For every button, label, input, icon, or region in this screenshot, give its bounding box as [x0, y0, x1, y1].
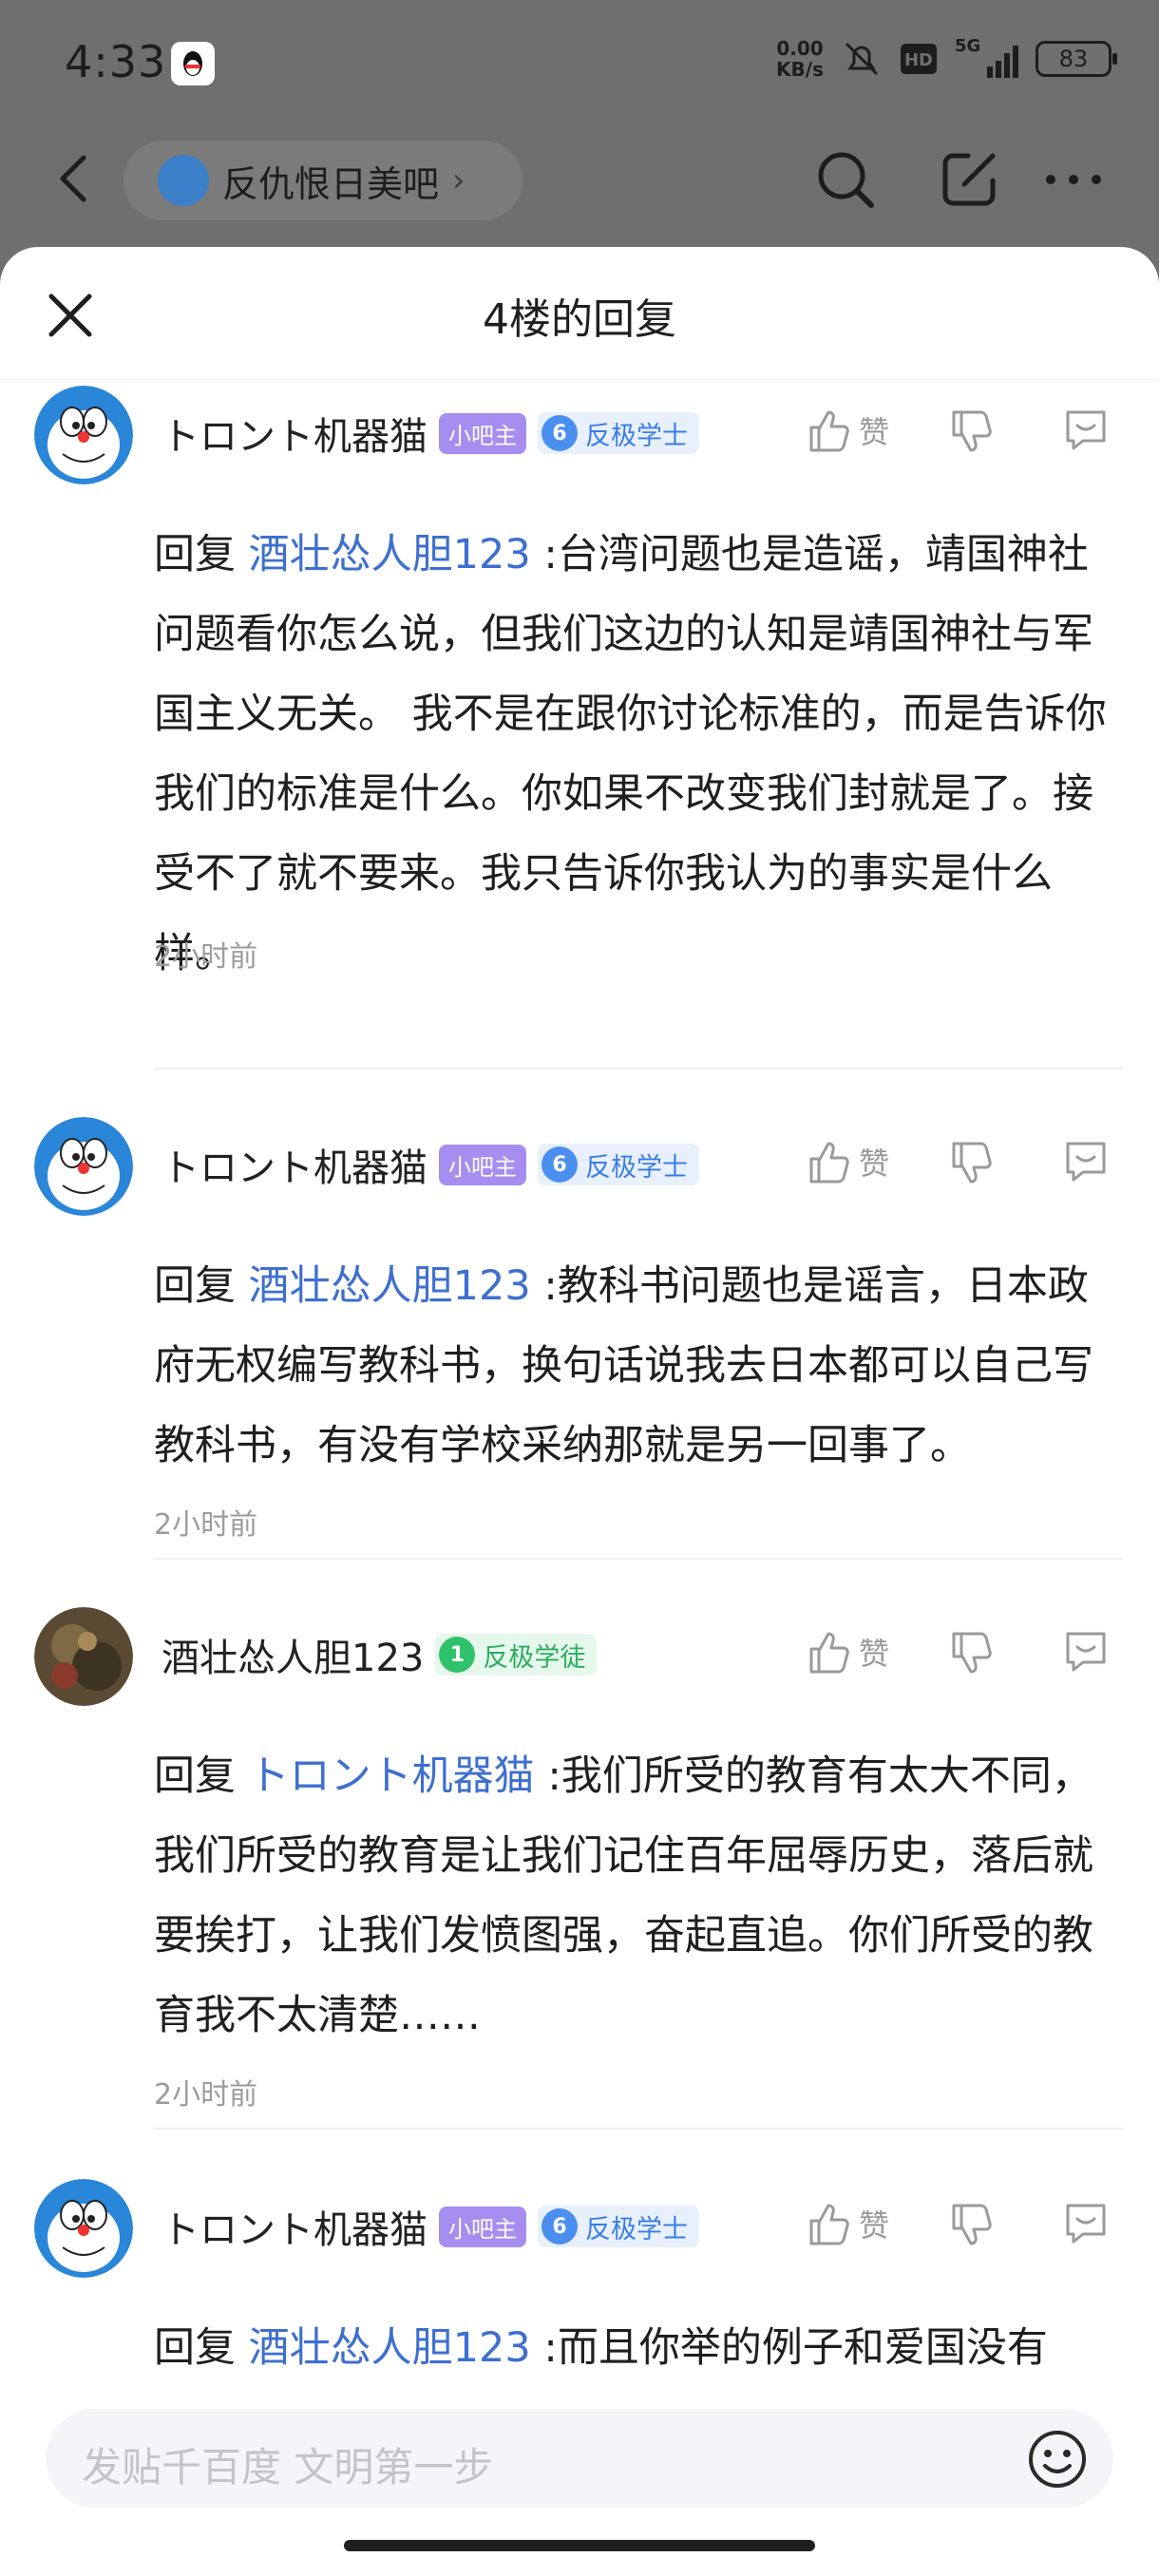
sheet-title: 4楼的回复 — [483, 295, 676, 344]
reply-time: 2小时前 — [154, 1508, 258, 1542]
reply-item: 酒壮怂人胆123 1 反极学徒 赞 回复 トロント机器猫 :我们所受的教育有太大… — [0, 1607, 1159, 2112]
status-bar: 4:33 0.00 KB/s HD 5G 83 — [0, 0, 1159, 123]
like-button[interactable]: 赞 — [806, 407, 889, 454]
thumbs-up-icon — [809, 410, 849, 452]
like-label: 赞 — [859, 1636, 890, 1672]
reply-actions: 赞 — [806, 1138, 1129, 1195]
username[interactable]: トロント机器猫 — [162, 2199, 428, 2254]
comment-icon[interactable] — [1062, 407, 1110, 454]
level-number: 1 — [439, 1637, 476, 1673]
avatar[interactable] — [34, 386, 133, 484]
reply-target-link[interactable]: 酒壮怂人胆123 — [249, 1262, 531, 1310]
reply-text: 回复 酒壮怂人胆123 :而且你举的例子和爱国没有 — [154, 2324, 1048, 2372]
hd-icon: HD — [901, 44, 937, 74]
divider — [154, 2128, 1123, 2130]
signal-icon: 5G — [955, 36, 1018, 78]
level-badge: 1 反极学徒 — [435, 1634, 598, 1676]
forum-nav-bar: 反仇恨日美吧 › — [0, 133, 1159, 228]
reply-item: トロント机器猫 小吧主 6 反极学士 赞 回复 酒壮怂人胆123 :教科书问题也… — [0, 1117, 1159, 1542]
user-line: トロント机器猫 小吧主 6 反极学士 — [162, 1138, 699, 1191]
reply-actions: 赞 — [806, 1628, 1129, 1685]
like-button[interactable]: 赞 — [806, 1628, 889, 1676]
avatar[interactable] — [34, 2179, 133, 2278]
reply-text: 回复 酒壮怂人胆123 :教科书问题也是谣言，日本政府无权编写教科书，换句话说我… — [154, 1262, 1093, 1469]
user-line: トロント机器猫 小吧主 6 反极学士 — [162, 407, 699, 460]
reply-sheet: 4楼的回复 トロント机器猫 小吧主 6 反极学士 赞 回复 酒壮怂人胆123 :… — [0, 247, 1159, 2576]
status-time: 4:33 — [65, 36, 167, 87]
comment-icon[interactable] — [1062, 1628, 1110, 1676]
level-number: 6 — [542, 1146, 578, 1183]
reply-target-link[interactable]: 酒壮怂人胆123 — [249, 531, 531, 578]
more-icon[interactable] — [1036, 146, 1112, 213]
username[interactable]: トロント机器猫 — [162, 406, 428, 461]
forum-chip[interactable]: 反仇恨日美吧 › — [124, 141, 522, 220]
level-badge: 6 反极学士 — [538, 1144, 699, 1185]
moderator-badge: 小吧主 — [439, 1144, 526, 1185]
reply-time: 2小时前 — [154, 940, 258, 974]
level-badge: 6 反极学士 — [538, 2206, 699, 2247]
reply-time: 2小时前 — [154, 2078, 258, 2112]
svg-text:HD: HD — [904, 50, 933, 70]
reply-actions: 赞 — [806, 407, 1129, 464]
avatar[interactable] — [34, 1117, 133, 1216]
reply-item: トロント机器猫 小吧主 6 反极学士 赞 回复 酒壮怂人胆123 :台湾问题也是… — [0, 386, 1159, 977]
level-badge: 6 反极学士 — [538, 412, 699, 454]
battery-icon: 83 — [1036, 41, 1117, 77]
user-line: トロント机器猫 小吧主 6 反极学士 — [162, 2200, 699, 2253]
like-label: 赞 — [859, 414, 890, 450]
back-arrow-icon[interactable] — [48, 150, 104, 207]
like-button[interactable]: 赞 — [806, 2200, 889, 2247]
edit-icon[interactable] — [936, 146, 1002, 213]
background-page: 4:33 0.00 KB/s HD 5G 83 反仇恨日美吧 › — [0, 0, 1159, 285]
thumbs-down-icon[interactable] — [948, 1138, 994, 1189]
moderator-badge: 小吧主 — [439, 2206, 526, 2247]
reply-item: トロント机器猫 小吧主 6 反极学士 赞 回复 酒壮怂人胆123 :而且你举的例… — [0, 2179, 1159, 2388]
thumbs-down-icon[interactable] — [948, 1628, 994, 1679]
thumbs-up-icon — [809, 2204, 849, 2245]
emoji-icon[interactable] — [1026, 2428, 1089, 2491]
username[interactable]: 酒壮怂人胆123 — [162, 1627, 424, 1682]
reply-text: 回复 トロント机器猫 :我们所受的教育有太大不同，我们所受的教育是让我们记住百年… — [154, 1752, 1093, 2039]
like-button[interactable]: 赞 — [806, 1138, 889, 1185]
network-speed: 0.00 KB/s — [776, 37, 824, 81]
reply-target-link[interactable]: 酒壮怂人胆123 — [249, 2324, 531, 2372]
level-number: 6 — [542, 415, 578, 451]
like-label: 赞 — [859, 2207, 890, 2244]
level-number: 6 — [542, 2208, 578, 2245]
level-title: 反极学士 — [585, 421, 688, 451]
thumbs-up-icon — [809, 1632, 849, 1674]
reply-target-link[interactable]: トロント机器猫 — [249, 1752, 535, 1800]
chevron-right-icon: › — [452, 161, 466, 199]
thumbs-down-icon[interactable] — [948, 407, 994, 458]
comment-icon[interactable] — [1062, 2200, 1110, 2247]
comment-input-bar: 发贴千百度 文明第一步 — [0, 2386, 1159, 2576]
level-title: 反极学徒 — [483, 1642, 586, 1673]
mute-icon — [845, 42, 879, 76]
sheet-header: 4楼的回复 — [0, 247, 1159, 380]
forum-avatar — [158, 155, 209, 206]
thumbs-up-icon — [809, 1142, 849, 1184]
thumbs-down-icon[interactable] — [948, 2200, 994, 2251]
status-indicators: 0.00 KB/s HD 5G 83 — [776, 36, 1117, 81]
forum-name: 反仇恨日美吧 — [222, 162, 440, 205]
user-line: 酒壮怂人胆123 1 反极学徒 — [162, 1627, 598, 1682]
comment-input[interactable]: 发贴千百度 文明第一步 — [46, 2409, 1113, 2508]
reply-text: 回复 酒壮怂人胆123 :台湾问题也是造谣，靖国神社问题看你怎么说，但我们这边的… — [154, 531, 1107, 977]
search-icon[interactable] — [812, 146, 879, 213]
username[interactable]: トロント机器猫 — [162, 1137, 428, 1192]
home-indicator[interactable] — [344, 2540, 815, 2551]
qq-notification-icon — [171, 42, 215, 85]
comment-icon[interactable] — [1062, 1138, 1110, 1185]
comment-input-placeholder: 发贴千百度 文明第一步 — [82, 2444, 494, 2491]
level-title: 反极学士 — [585, 1152, 688, 1183]
moderator-badge: 小吧主 — [439, 412, 526, 454]
like-label: 赞 — [859, 1146, 890, 1182]
divider — [154, 1558, 1123, 1560]
level-title: 反极学士 — [585, 2214, 688, 2245]
divider — [154, 1068, 1123, 1070]
avatar[interactable] — [34, 1607, 133, 1706]
reply-actions: 赞 — [806, 2200, 1129, 2257]
